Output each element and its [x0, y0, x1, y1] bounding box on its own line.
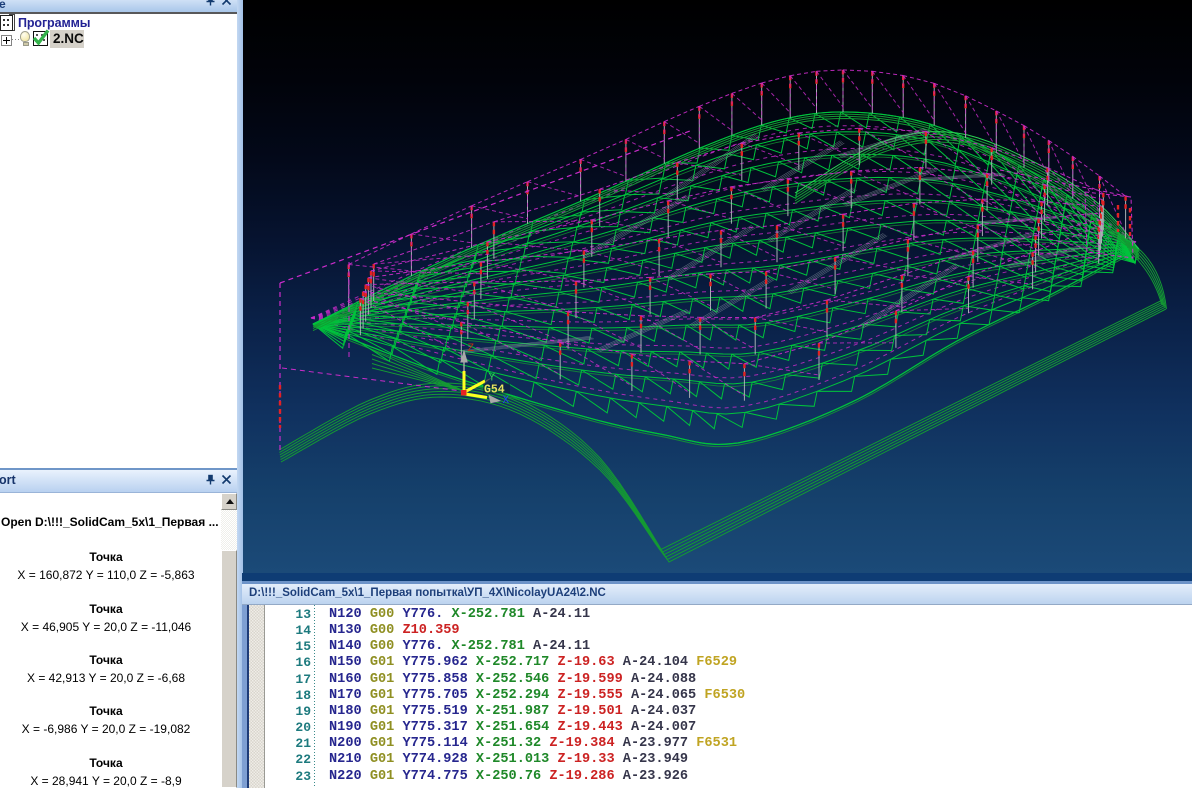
svg-text:X: X: [503, 395, 510, 407]
svg-text:Z: Z: [468, 343, 475, 355]
svg-text:G54: G54: [484, 384, 505, 397]
